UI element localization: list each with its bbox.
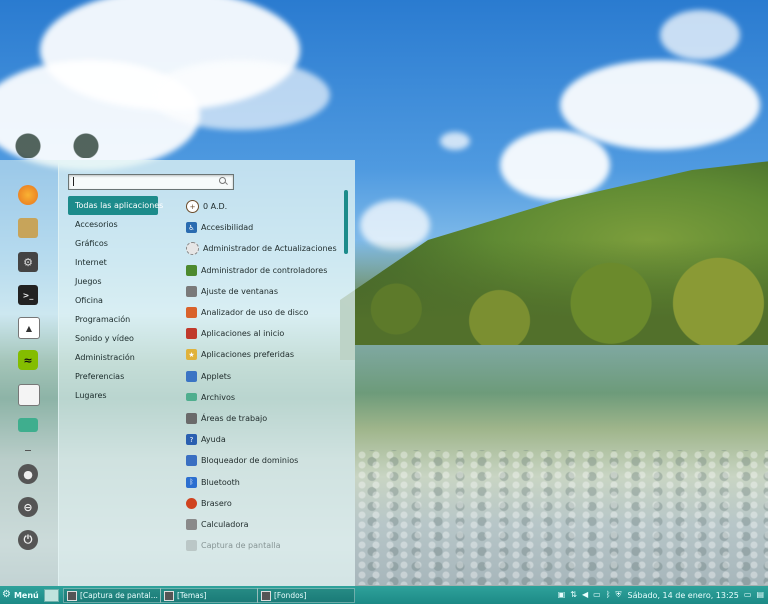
domain-blocker-icon: [186, 455, 197, 467]
window-icon: [67, 590, 77, 601]
folder-icon: [186, 393, 197, 402]
app-item[interactable]: Administrador de controladores: [186, 260, 346, 281]
startup-apps-icon: [186, 328, 197, 340]
package-installer-icon[interactable]: [18, 218, 38, 238]
help-icon: ?: [186, 434, 197, 446]
app-item[interactable]: ᛒ Bluetooth: [186, 471, 346, 492]
screenshot-tray-icon[interactable]: ▣: [558, 590, 566, 600]
window-tiling-icon: [186, 285, 197, 297]
app-item[interactable]: +0 A.D.: [186, 196, 346, 217]
category-graphics[interactable]: Gráficos: [68, 234, 158, 253]
app-item[interactable]: Brasero: [186, 493, 346, 514]
app-item[interactable]: Archivos: [186, 387, 346, 408]
category-places[interactable]: Lugares: [68, 386, 158, 405]
driver-manager-icon: [186, 264, 197, 276]
volume-icon[interactable]: ◀: [582, 590, 588, 600]
update-shield-icon[interactable]: ⛨: [616, 590, 622, 600]
app-item[interactable]: Bloqueador de dominios: [186, 450, 346, 471]
window-icon: [164, 590, 174, 601]
category-games[interactable]: Juegos: [68, 272, 158, 291]
taskbar-window-screenshot[interactable]: [Captura de pantal...: [63, 588, 161, 603]
app-item[interactable]: ? Ayuda: [186, 429, 346, 450]
category-office[interactable]: Oficina: [68, 291, 158, 310]
workspaces-icon: [186, 412, 197, 424]
files-icon[interactable]: [18, 418, 38, 432]
app-item[interactable]: Calculadora: [186, 514, 346, 535]
firefox-icon[interactable]: [18, 185, 38, 205]
shutdown-icon[interactable]: ⏻: [18, 530, 38, 550]
bluetooth-tray-icon[interactable]: ᛒ: [606, 590, 611, 600]
favorites-separator: [25, 450, 31, 451]
logout-icon[interactable]: ⊖: [18, 497, 38, 517]
app-item[interactable]: Aplicaciones al inicio: [186, 323, 346, 344]
app-item[interactable]: Analizador de uso de disco: [186, 302, 346, 323]
app-item[interactable]: Captura de pantalla: [186, 535, 346, 556]
app-item[interactable]: Applets: [186, 366, 346, 387]
category-list: Todas las aplicaciones Accesorios Gráfic…: [68, 196, 163, 405]
application-menu: Todas las aplicaciones Accesorios Gráfic…: [58, 160, 355, 586]
category-administration[interactable]: Administración: [68, 348, 158, 367]
menu-button[interactable]: ⚙ Menú: [2, 589, 39, 601]
calculator-icon: [186, 518, 197, 530]
show-desktop-button[interactable]: [44, 589, 59, 602]
system-settings-icon[interactable]: ⚙: [18, 252, 38, 272]
category-preferences[interactable]: Preferencias: [68, 367, 158, 386]
terminal-icon[interactable]: >_: [18, 285, 38, 305]
preferred-apps-icon: ★: [186, 349, 197, 361]
app-item[interactable]: ♿ Accesibilidad: [186, 217, 346, 238]
update-manager-icon: [186, 242, 199, 256]
application-list: +0 A.D. ♿ Accesibilidad Administrador de …: [186, 196, 346, 556]
window-icon: [261, 590, 271, 601]
workspace-switcher-icon[interactable]: ▭: [744, 590, 752, 600]
app-item[interactable]: Áreas de trabajo: [186, 408, 346, 429]
search-icon: [219, 177, 226, 184]
0ad-icon: +: [186, 200, 199, 214]
brasero-icon: [186, 497, 197, 509]
clock[interactable]: Sábado, 14 de enero, 13:25: [628, 591, 739, 600]
screenshot-icon: [186, 540, 197, 552]
lock-screen-icon[interactable]: ●: [18, 464, 38, 484]
taskbar: ⚙ Menú [Captura de pantal... [Temas] [Fo…: [0, 586, 768, 604]
taskbar-window-backgrounds[interactable]: [Fondos]: [257, 588, 355, 603]
text-editor-icon[interactable]: [18, 384, 40, 406]
accessibility-icon: ♿: [186, 222, 197, 234]
taskbar-window-themes[interactable]: [Temas]: [160, 588, 258, 603]
software-manager-icon[interactable]: ▲: [18, 317, 40, 339]
network-icon[interactable]: ⇅: [570, 590, 577, 600]
category-sound-video[interactable]: Sonido y vídeo: [68, 329, 158, 348]
app-item[interactable]: Administrador de Actualizaciones: [186, 238, 346, 259]
text-caret: [73, 177, 74, 186]
battery-icon[interactable]: ▭: [593, 590, 601, 600]
menu-gear-icon: ⚙: [2, 589, 11, 600]
category-accessories[interactable]: Accesorios: [68, 215, 158, 234]
search-input[interactable]: [68, 174, 234, 190]
app-item[interactable]: Ajuste de ventanas: [186, 281, 346, 302]
favorites-sidebar: ⚙ >_ ▲ ≈ ● ⊖ ⏻: [0, 160, 59, 586]
applets-icon: [186, 370, 197, 382]
spotify-icon[interactable]: ≈: [18, 350, 38, 370]
system-tray: ▣ ⇅ ◀ ▭ ᛒ ⛨ Sábado, 14 de enero, 13:25 ▭…: [553, 586, 768, 604]
category-internet[interactable]: Internet: [68, 253, 158, 272]
bluetooth-icon: ᛒ: [186, 476, 197, 488]
category-programming[interactable]: Programación: [68, 310, 158, 329]
user-icon[interactable]: ▤: [756, 590, 764, 600]
disk-usage-icon: [186, 307, 197, 319]
app-list-scrollbar[interactable]: [344, 190, 348, 254]
app-item[interactable]: ★ Aplicaciones preferidas: [186, 344, 346, 365]
category-all-apps[interactable]: Todas las aplicaciones: [68, 196, 163, 215]
